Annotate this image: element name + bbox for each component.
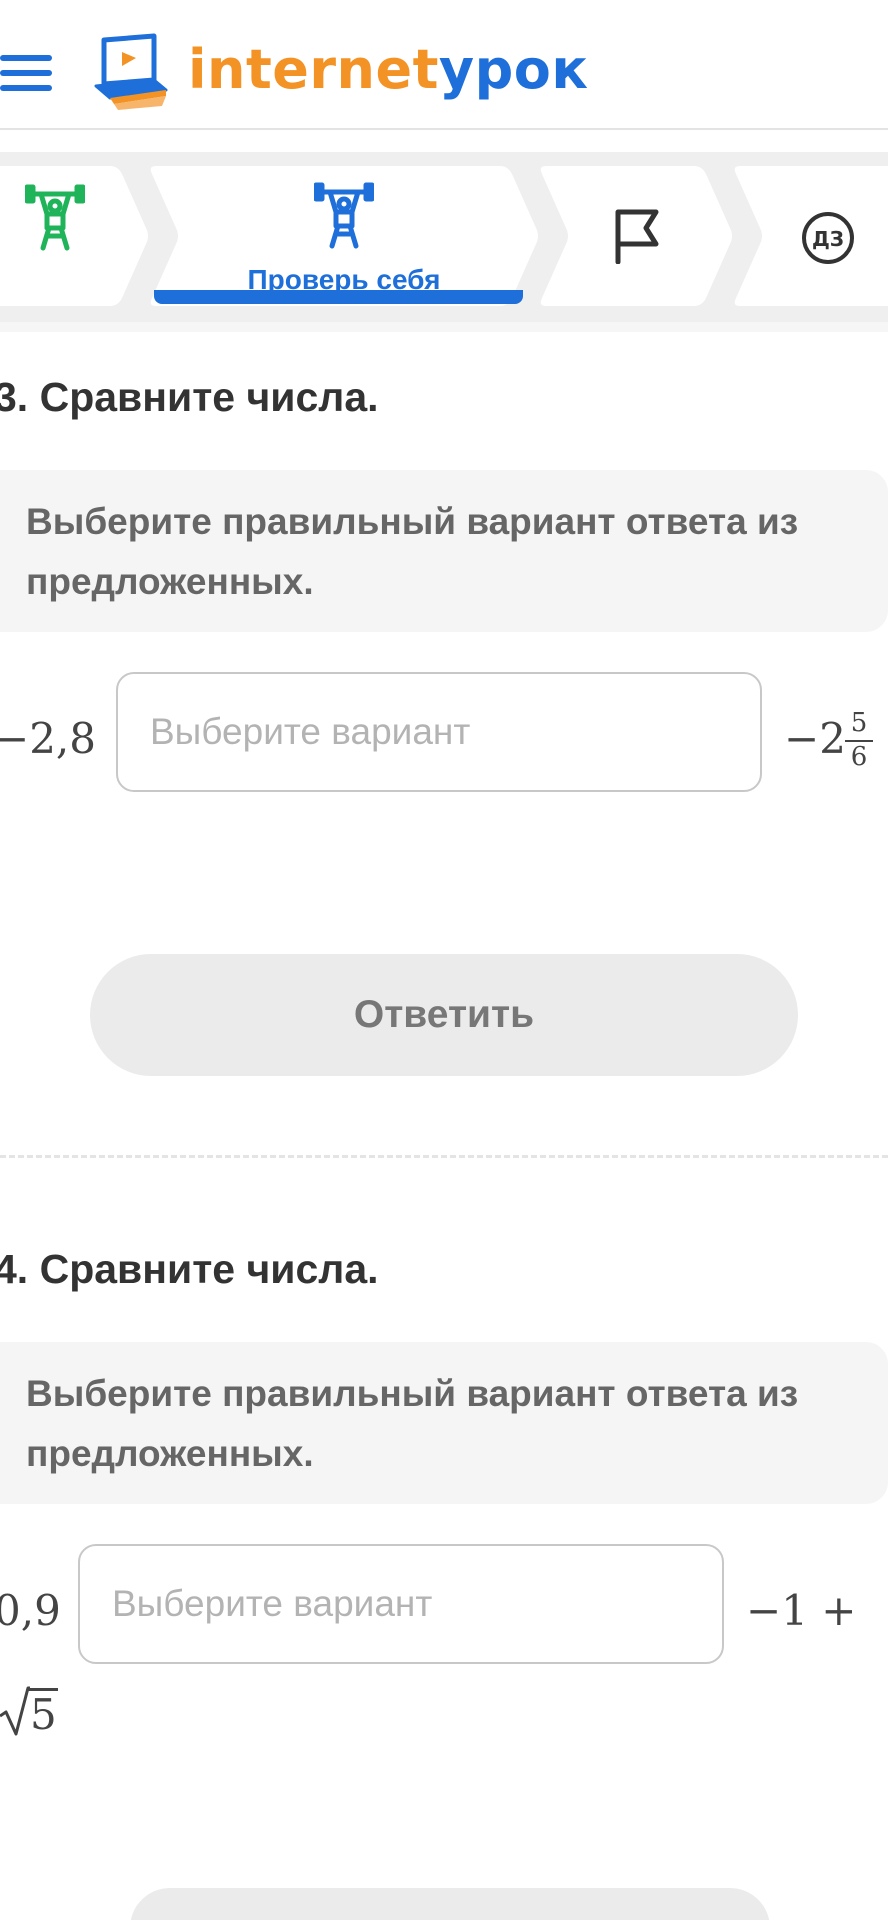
- app-header: internetурок: [0, 0, 888, 130]
- select-placeholder: Выберите вариант: [112, 1583, 433, 1624]
- instruction-line: Выберите правильный вариант ответа из: [26, 1373, 799, 1414]
- book-laptop-icon[interactable]: [92, 32, 170, 110]
- step-self-check[interactable]: Проверь себя: [148, 166, 540, 306]
- sqrt-radicand: 5: [30, 1690, 57, 1739]
- sqrt-symbol: [0, 1686, 30, 1736]
- logo-part-internet: internet: [188, 38, 439, 101]
- weightlifter-icon: [314, 182, 374, 249]
- question-3-left-value: −2,8: [0, 714, 96, 763]
- answer-button[interactable]: Ответить: [90, 954, 798, 1076]
- step-results[interactable]: [538, 166, 734, 306]
- question-3-instruction: Выберите правильный вариант ответа из пр…: [0, 470, 888, 632]
- active-step-indicator: [154, 290, 523, 304]
- svg-text:ДЗ: ДЗ: [812, 227, 844, 251]
- answer-button-partial[interactable]: [130, 1888, 770, 1920]
- question-4-answer-select[interactable]: Выберите вариант: [78, 1544, 724, 1664]
- question-4-instruction: Выберите правильный вариант ответа из пр…: [0, 1342, 888, 1504]
- select-placeholder: Выберите вариант: [150, 711, 471, 752]
- instruction-line: предложенных.: [26, 1433, 314, 1474]
- hamburger-menu-icon[interactable]: [0, 55, 56, 95]
- question-4-left-value: 0,9: [0, 1586, 61, 1635]
- homework-icon: ДЗ: [802, 212, 854, 264]
- weightlifter-icon: [25, 184, 85, 251]
- instruction-line: Выберите правильный вариант ответа из: [26, 501, 799, 542]
- question-3-right-whole: −2: [784, 714, 846, 763]
- fraction-denominator: 6: [850, 742, 868, 772]
- step-training[interactable]: [0, 166, 150, 306]
- question-3-title: 3. Сравните числа.: [0, 374, 379, 420]
- question-4-right-value: −1 +: [746, 1586, 857, 1635]
- brand-logo-text[interactable]: internetурок: [188, 38, 589, 101]
- flag-icon: [615, 209, 659, 264]
- fraction-numerator: 5: [850, 708, 868, 738]
- question-4-title: 4. Сравните числа.: [0, 1246, 379, 1292]
- logo-part-urok: урок: [438, 38, 589, 101]
- instruction-line: предложенных.: [26, 561, 314, 602]
- question-divider: [0, 1155, 888, 1158]
- lesson-steps-bar: Проверь себя ДЗ: [0, 152, 888, 332]
- question-3-answer-select[interactable]: Выберите вариант: [116, 672, 762, 792]
- step-homework[interactable]: ДЗ: [732, 166, 888, 306]
- sqrt-overline: [28, 1688, 58, 1691]
